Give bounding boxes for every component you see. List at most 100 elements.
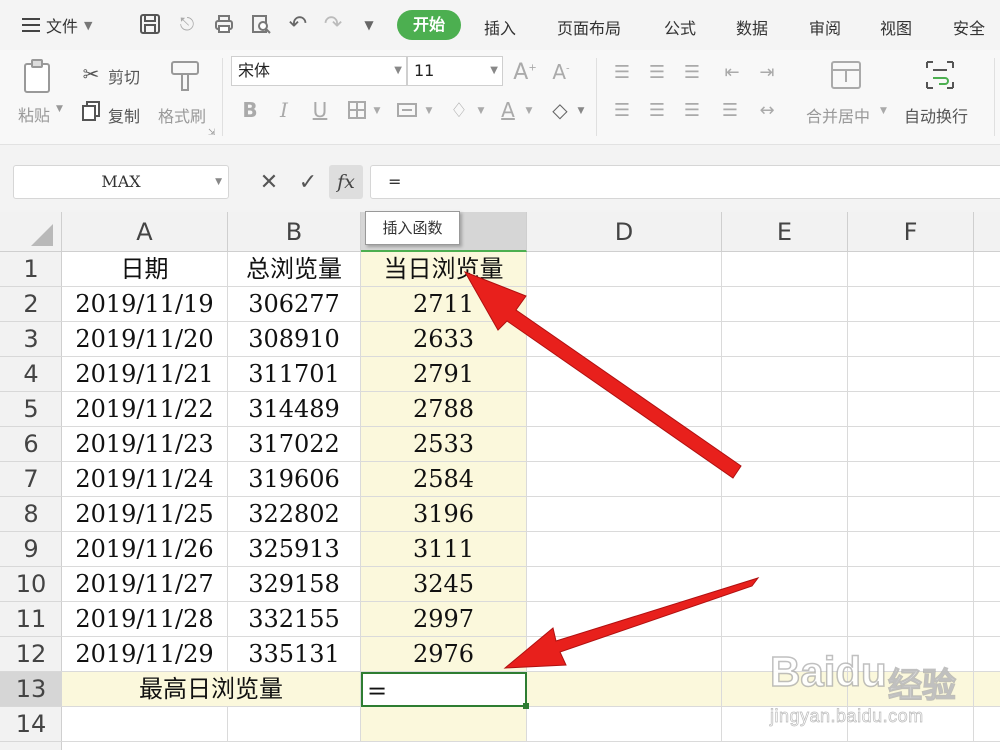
row-header[interactable]: 2 — [0, 287, 62, 322]
data-cell[interactable]: 3111 — [361, 532, 527, 567]
grid-cell[interactable] — [228, 707, 361, 742]
grid-cell[interactable] — [848, 602, 974, 637]
align-middle-icon[interactable]: ☰ — [645, 62, 669, 83]
column-header-e[interactable]: E — [722, 212, 848, 252]
data-cell[interactable]: 311701 — [228, 357, 361, 392]
data-cell[interactable]: 2584 — [361, 462, 527, 497]
grid-cell[interactable] — [527, 252, 722, 287]
grid-cell[interactable] — [527, 602, 722, 637]
italic-icon[interactable]: I — [272, 98, 296, 122]
row-header[interactable]: 7 — [0, 462, 62, 497]
data-cell[interactable]: 2019/11/25 — [62, 497, 228, 532]
grid-cell[interactable] — [848, 497, 974, 532]
grid-cell[interactable] — [974, 672, 1000, 707]
data-cell[interactable]: 322802 — [228, 497, 361, 532]
print-icon[interactable] — [212, 13, 236, 37]
distributed-align-icon[interactable]: ↔ — [755, 100, 779, 121]
save-icon[interactable] — [138, 13, 162, 37]
grid-cell[interactable] — [974, 567, 1000, 602]
column-header-f[interactable]: F — [848, 212, 974, 252]
grid-cell[interactable] — [722, 707, 848, 742]
wrap-text-button[interactable]: 自动换行 — [904, 103, 968, 127]
data-cell[interactable]: 306277 — [228, 287, 361, 322]
data-cell[interactable]: 2711 — [361, 287, 527, 322]
cancel-formula-icon[interactable]: ✕ — [254, 168, 284, 198]
grid-cell[interactable] — [974, 322, 1000, 357]
grid-cell[interactable] — [722, 567, 848, 602]
grid-cell[interactable] — [722, 357, 848, 392]
grid-cell[interactable] — [527, 322, 722, 357]
grid-cell[interactable] — [974, 392, 1000, 427]
row-header[interactable]: 6 — [0, 427, 62, 462]
data-cell[interactable]: 329158 — [228, 567, 361, 602]
increase-font-size-icon[interactable]: A+ — [512, 60, 538, 85]
grid-cell[interactable] — [848, 672, 974, 707]
data-cell[interactable]: 317022 — [228, 427, 361, 462]
grid-cell[interactable] — [722, 252, 848, 287]
chevron-down-icon[interactable]: ▼ — [424, 106, 434, 116]
grid-cell[interactable] — [722, 322, 848, 357]
data-cell[interactable]: 3245 — [361, 567, 527, 602]
grid-cell[interactable] — [848, 637, 974, 672]
data-cell[interactable]: 2019/11/23 — [62, 427, 228, 462]
data-cell[interactable]: 2019/11/21 — [62, 357, 228, 392]
grid-cell[interactable] — [974, 497, 1000, 532]
grid-cell[interactable] — [974, 637, 1000, 672]
row-header[interactable]: 11 — [0, 602, 62, 637]
row-header[interactable]: 4 — [0, 357, 62, 392]
data-cell[interactable]: 2019/11/24 — [62, 462, 228, 497]
cut-button[interactable]: 剪切 — [108, 64, 140, 88]
grid-cell[interactable] — [848, 252, 974, 287]
row-header[interactable]: 12 — [0, 637, 62, 672]
grid-cell[interactable] — [722, 532, 848, 567]
tab-insert[interactable]: 插入 — [484, 15, 516, 39]
grid-cell[interactable] — [722, 287, 848, 322]
tab-start[interactable]: 开始 — [397, 10, 461, 40]
row-header-active[interactable]: 13 — [0, 672, 62, 707]
column-header-a[interactable]: A — [62, 212, 228, 252]
font-size-select[interactable]: 11 ▼ — [407, 56, 503, 86]
data-cell[interactable]: 2633 — [361, 322, 527, 357]
font-name-select[interactable]: 宋体 ▼ — [231, 56, 407, 86]
data-cell[interactable]: 3196 — [361, 497, 527, 532]
underline-icon[interactable]: U — [308, 98, 332, 122]
row-header[interactable]: 9 — [0, 532, 62, 567]
grid-cell[interactable] — [974, 252, 1000, 287]
tab-data[interactable]: 数据 — [736, 15, 768, 39]
data-cell[interactable]: 2019/11/29 — [62, 637, 228, 672]
data-cell[interactable]: 308910 — [228, 322, 361, 357]
grid-cell[interactable] — [722, 392, 848, 427]
grid-cell[interactable] — [974, 462, 1000, 497]
grid-cell[interactable] — [62, 707, 228, 742]
data-cell[interactable]: 319606 — [228, 462, 361, 497]
grid-cell[interactable] — [722, 672, 848, 707]
chevron-down-icon[interactable]: ▼ — [576, 106, 586, 116]
chevron-down-icon[interactable]: ▼ — [524, 106, 534, 116]
data-cell[interactable]: 335131 — [228, 637, 361, 672]
bold-icon[interactable]: B — [238, 98, 262, 122]
align-left-icon[interactable]: ☰ — [610, 100, 634, 121]
data-cell[interactable]: 2976 — [361, 637, 527, 672]
tab-formulas[interactable]: 公式 — [664, 15, 696, 39]
grid-cell[interactable] — [527, 497, 722, 532]
paste-dropdown-icon[interactable]: ▼ — [56, 104, 63, 114]
grid-cell[interactable] — [974, 602, 1000, 637]
align-bottom-icon[interactable]: ☰ — [680, 62, 704, 83]
grid-cell[interactable] — [722, 427, 848, 462]
header-cell[interactable]: 日期 — [62, 252, 228, 287]
cell-style-icon[interactable] — [396, 100, 418, 124]
paste-button[interactable]: 粘贴 — [18, 102, 50, 126]
grid-cell[interactable] — [527, 637, 722, 672]
borders-icon[interactable] — [346, 100, 368, 124]
tab-view[interactable]: 视图 — [880, 15, 912, 39]
quick-access-dropdown-icon[interactable]: ▼ — [357, 13, 381, 37]
grid-cell[interactable] — [527, 392, 722, 427]
row-header[interactable]: 14 — [0, 707, 62, 742]
undo-icon[interactable]: ↶ — [286, 13, 310, 37]
grid-cell[interactable] — [848, 532, 974, 567]
grid-cell[interactable] — [722, 637, 848, 672]
paste-icon[interactable] — [20, 58, 56, 94]
copy-button[interactable]: 复制 — [108, 103, 140, 127]
data-cell[interactable]: 2533 — [361, 427, 527, 462]
tab-security[interactable]: 安全 — [953, 15, 985, 39]
